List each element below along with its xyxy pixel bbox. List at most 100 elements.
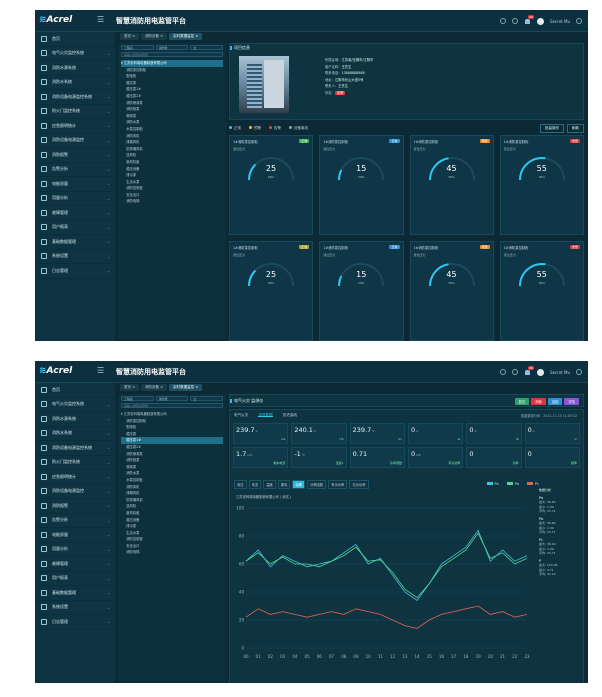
menu-toggle-icon[interactable]: ☰ <box>97 366 105 376</box>
tree-node[interactable]: 消防控制室 <box>121 185 223 192</box>
tree-node[interactable]: 配电柜 <box>121 73 223 80</box>
sidebar-item[interactable]: 系统设置 ⌄ <box>35 250 115 264</box>
tab-1[interactable]: 消防设备 × <box>141 384 168 391</box>
sidebar-item[interactable]: 消防报警 ⌄ <box>35 148 115 163</box>
device-card[interactable]: 1#消防泵控制柜 正常 液位压力 15 MPa <box>319 241 404 341</box>
tree-node[interactable]: 排烟风机 <box>121 139 223 146</box>
tab-0[interactable]: 首页 × <box>120 384 140 391</box>
自检-button[interactable]: 自检 <box>547 398 563 405</box>
sidebar-item[interactable]: 用量分析 ⌄ <box>35 543 115 557</box>
tree-node[interactable]: 送风机 <box>121 152 223 159</box>
tree-node[interactable]: 新风机组 <box>121 159 223 166</box>
tree-node[interactable]: 新风机组 <box>121 510 223 517</box>
消音-button[interactable]: 消音 <box>531 398 546 405</box>
tree-node[interactable]: 消防电梯 <box>121 198 223 205</box>
tree-node[interactable]: 消防风机 <box>121 133 223 140</box>
chart-tab[interactable]: 有功功率 <box>328 480 348 489</box>
tree-node[interactable]: 消防栓泵 <box>121 457 223 464</box>
subtab[interactable]: 电气火灾 <box>234 413 248 417</box>
chart-tab[interactable]: 温度 <box>263 480 276 489</box>
sidebar-item[interactable]: 电气火灾监控系统 ⌄ <box>35 398 115 412</box>
tree-node[interactable]: 安全出口 <box>121 192 223 199</box>
tree-node[interactable]: ▾ 江苏安科瑞电器制造有限公司 <box>121 411 223 418</box>
tree-node[interactable]: 生活水泵 <box>121 530 223 537</box>
search-icon[interactable] <box>499 369 506 375</box>
sidebar-item[interactable]: 防火门监控系统 ⌄ <box>35 456 115 470</box>
sidebar-item[interactable]: 消防报警 ⌄ <box>35 499 115 514</box>
menu-toggle-icon[interactable]: ☰ <box>97 15 105 25</box>
sidebar-item[interactable]: 电气火灾监控系统 ⌄ <box>35 47 115 61</box>
subtab[interactable]: 历史曲线 <box>283 413 297 417</box>
sidebar-item[interactable]: 应急照明统计 ⌄ <box>35 119 115 134</box>
chart-tab[interactable]: 功率 <box>292 480 305 489</box>
tree-node[interactable]: 消防电梯 <box>121 549 223 556</box>
tree-node[interactable]: 生活水泵 <box>121 179 223 186</box>
chart-tab[interactable]: 电流 <box>248 480 262 489</box>
device-card[interactable]: 1#消防泵控制柜 预警 液位压力 45 MPa <box>409 241 494 341</box>
fullscreen-icon[interactable] <box>511 18 518 24</box>
tree-node[interactable]: 稳压泵1# <box>121 437 223 444</box>
tree-node[interactable]: 消防水泵 <box>121 470 223 477</box>
tree-node[interactable]: ▾ 江苏安科瑞电器制造有限公司 <box>121 60 223 67</box>
tree-node[interactable]: 稳压泵 <box>121 80 223 87</box>
sidebar-item[interactable]: 消防设备电源监控 ⌄ <box>35 485 115 499</box>
tree-node[interactable]: 水泵控制柜 <box>121 126 223 133</box>
device-card[interactable]: 1#消防泵控制柜 正常 液位压力 25 MPa <box>229 135 314 235</box>
sidebar-item[interactable]: 消防水系统 ⌄ <box>35 427 115 441</box>
device-card[interactable]: 1#消防泵控制柜 告警 液位压力 55 MPa <box>499 135 584 235</box>
tree-node[interactable]: 排污泵 <box>121 172 223 179</box>
sidebar-item[interactable]: 故障管理 ⌄ <box>35 557 115 572</box>
sidebar-item[interactable]: 消防设备电源监控 ⌄ <box>35 134 115 148</box>
tab-2[interactable]: 实时数据监控 × <box>169 33 203 40</box>
tree-node[interactable]: 消防喷淋泵 <box>121 100 223 107</box>
chart-tab[interactable]: 电压 <box>234 480 247 489</box>
sidebar-item[interactable]: 消防水源系统 ⌄ <box>35 61 115 76</box>
legend-entry[interactable]: Pc <box>526 482 539 486</box>
device-select[interactable]: 消防泵 <box>155 45 189 50</box>
user-name[interactable]: Secret Mu <box>550 19 570 24</box>
legend-entry[interactable]: Pb <box>506 482 519 486</box>
device-select[interactable]: 消防泵 <box>155 396 189 401</box>
tree-node[interactable]: 稳压泵2# <box>121 444 223 451</box>
refresh-button[interactable]: 刷新 <box>567 124 584 133</box>
chart-tab[interactable]: 无功功率 <box>349 480 369 489</box>
sidebar-item[interactable]: 消防设备电源监控系统 ⌄ <box>35 441 115 456</box>
bell-icon[interactable]: 99 <box>524 14 534 25</box>
subtab[interactable]: 实时数据 <box>258 413 273 417</box>
sidebar-item[interactable]: 电能质量 ⌄ <box>35 528 115 543</box>
fullscreen-icon[interactable] <box>511 369 518 375</box>
chart-tab[interactable]: 漏电 <box>277 480 291 489</box>
详情-button[interactable]: 详情 <box>564 398 579 405</box>
device-card[interactable]: 1#消防泵控制柜 正常 液位压力 25 MPa <box>229 241 314 341</box>
tree-node[interactable]: 喷淋泵 <box>121 464 223 471</box>
project-select[interactable]: 工程名 <box>121 45 154 50</box>
sidebar-item[interactable]: 告警分析 ⌄ <box>35 163 115 177</box>
sidebar-item[interactable]: 消防水系统 ⌄ <box>35 76 115 90</box>
chart-tab[interactable]: 功率因数 <box>306 480 327 489</box>
tree-node[interactable]: 稳压设备 <box>121 166 223 173</box>
bell-icon[interactable]: 99 <box>524 365 534 376</box>
sidebar-item[interactable]: 用量分析 ⌄ <box>35 192 115 206</box>
tree-search-input[interactable]: 请输入搜索关键字 <box>121 52 223 57</box>
settings-icon[interactable] <box>576 369 582 375</box>
tree-node[interactable]: 消防喷淋泵 <box>121 451 223 458</box>
tree-node[interactable]: 排污泵 <box>121 523 223 530</box>
tree-node[interactable]: 防排烟风机 <box>121 497 223 504</box>
project-select[interactable]: 工程名 <box>121 396 154 401</box>
device-card[interactable]: 1#消防泵控制柜 正常 液位压力 15 MPa <box>319 135 404 235</box>
tree-node[interactable]: 稳压泵 <box>121 431 223 438</box>
settings-icon[interactable] <box>576 18 582 24</box>
device-card[interactable]: 1#消防泵控制柜 预警 液位压力 45 MPa <box>409 135 494 235</box>
avatar[interactable] <box>536 17 544 25</box>
avatar[interactable] <box>536 368 544 376</box>
tab-2[interactable]: 实时数据监控 × <box>169 384 203 391</box>
sidebar-item[interactable]: 用户报表 ⌄ <box>35 572 115 586</box>
search-icon[interactable] <box>499 18 506 24</box>
sidebar-item[interactable]: 首页 <box>35 383 115 398</box>
tree-node[interactable]: 安全出口 <box>121 543 223 550</box>
device-card[interactable]: 1#消防泵控制柜 告警 液位压力 55 MPa <box>499 241 584 341</box>
tree-node[interactable]: 水泵控制柜 <box>121 477 223 484</box>
tree-node[interactable]: 消防水泵 <box>121 119 223 126</box>
复位-button[interactable]: 复位 <box>514 398 530 405</box>
tree-node[interactable]: 消防风机 <box>121 484 223 491</box>
